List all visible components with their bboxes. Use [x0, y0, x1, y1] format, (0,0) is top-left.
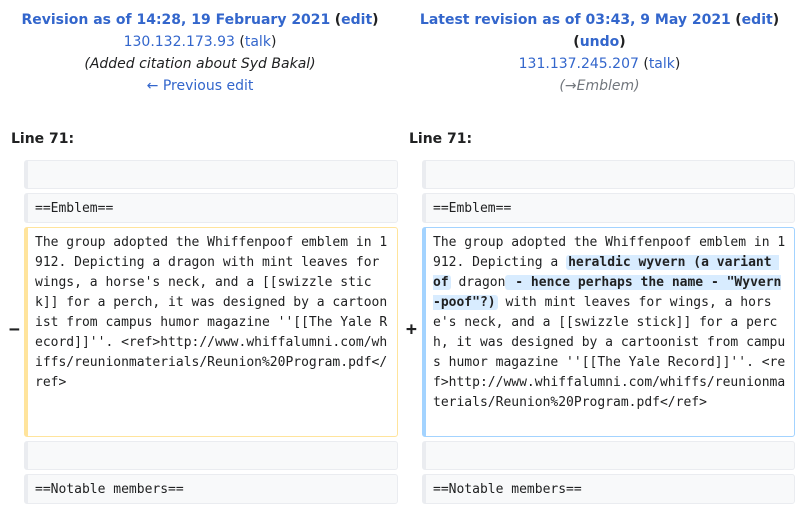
context-cell-right: ==Notable members==: [422, 474, 795, 504]
added-line-marker: +: [406, 319, 417, 340]
added-text-part: dragon: [450, 275, 506, 290]
deleted-line-marker: −: [9, 319, 20, 340]
right-user-link[interactable]: 131.137.245.207: [519, 56, 639, 72]
right-line-number: Line 71:: [409, 131, 473, 147]
added-line-cell: The group adopted the Whiffenpoof emblem…: [422, 227, 795, 437]
deleted-line-cell: The group adopted the Whiffenpoof emblem…: [24, 227, 398, 437]
context-cell-right: ==Emblem==: [422, 193, 795, 223]
right-talk-link[interactable]: talk: [649, 56, 675, 72]
right-revision-title-link[interactable]: Latest revision as of 03:43, 9 May 2021: [420, 12, 731, 28]
previous-edit-link[interactable]: ← Previous edit: [147, 78, 254, 94]
left-user-link[interactable]: 130.132.173.93: [124, 34, 235, 50]
right-edit-link[interactable]: edit: [742, 12, 773, 28]
right-revision-header: Latest revision as of 03:43, 9 May 2021 …: [400, 9, 799, 97]
left-revision-title-link[interactable]: Revision as of 14:28, 19 February 2021: [21, 12, 330, 28]
added-text-part: with mint leaves for wings, a horse's ne…: [433, 295, 786, 410]
context-cell-empty-left: [24, 160, 398, 189]
context-cell-left: ==Emblem==: [24, 193, 398, 223]
undo-link[interactable]: undo: [580, 34, 620, 50]
left-edit-link[interactable]: edit: [341, 12, 372, 28]
left-talk-link[interactable]: talk: [245, 34, 271, 50]
left-line-number: Line 71:: [11, 131, 75, 147]
section-anchor-link[interactable]: →Emblem: [565, 78, 634, 94]
context-cell-empty-right: [422, 441, 795, 470]
right-edit-summary: (→Emblem): [559, 78, 640, 94]
left-revision-header: Revision as of 14:28, 19 February 2021 (…: [0, 9, 400, 97]
left-edit-summary: (Added citation about Syd Bakal): [84, 56, 316, 72]
context-cell-left: ==Notable members==: [24, 474, 398, 504]
context-cell-empty-left: [24, 441, 398, 470]
context-cell-empty-right: [422, 160, 795, 189]
